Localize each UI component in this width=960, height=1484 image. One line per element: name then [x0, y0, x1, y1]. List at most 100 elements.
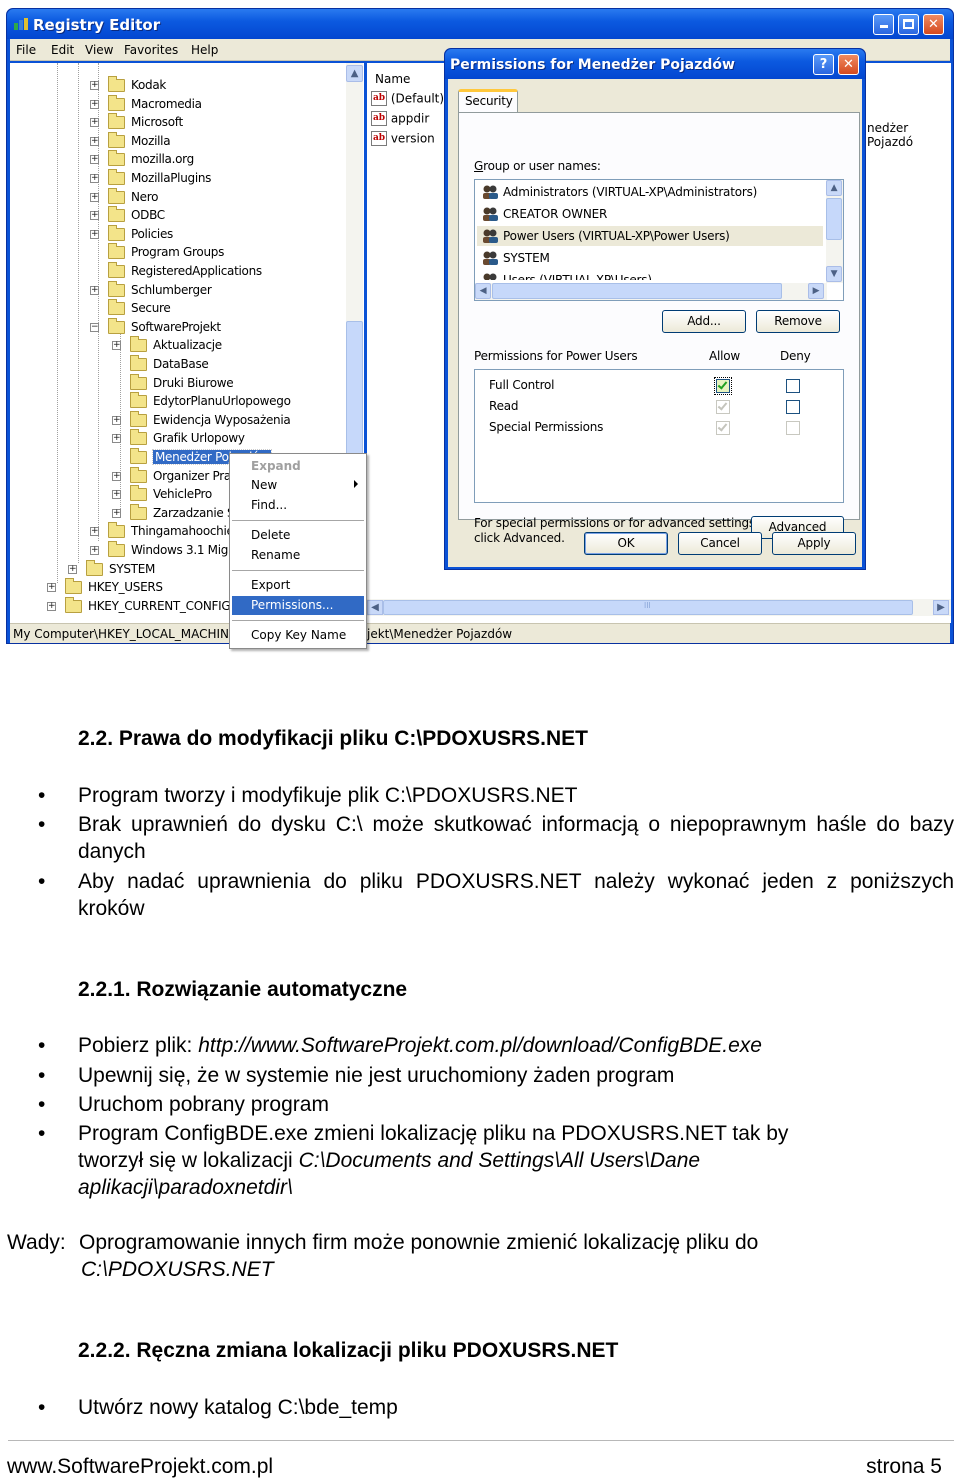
minimize-button[interactable] — [873, 14, 894, 35]
folder-icon — [108, 541, 125, 557]
folder-icon — [108, 206, 125, 223]
allow-checkbox[interactable] — [714, 377, 732, 395]
user-list-item-label: Administrators (VIRTUAL-XP\Administrator… — [503, 185, 758, 199]
menu-item-new[interactable]: New — [232, 476, 364, 495]
checkmark-icon — [717, 400, 728, 411]
folder-icon — [108, 76, 125, 92]
expand-icon[interactable]: + — [47, 601, 56, 611]
scroll-thumb[interactable] — [492, 283, 782, 299]
user-list-item-label: Users (VIRTUAL-XP\Users) — [503, 273, 652, 280]
cancel-button[interactable]: Cancel — [678, 532, 762, 555]
user-list-horizontal-scrollbar[interactable]: ◀ ▶ — [475, 283, 827, 300]
scroll-thumb[interactable] — [826, 198, 842, 240]
user-list-item[interactable]: Power Users (VIRTUAL-XP\Power Users) — [477, 226, 823, 246]
folder-icon — [108, 131, 125, 148]
tree-node-label: Thingamahoochie — [131, 524, 234, 539]
allow-checkbox[interactable] — [716, 400, 730, 414]
drawbacks-text: Oprogramowanie innych firm może ponownie… — [79, 1231, 759, 1254]
tree-node-label: ODBC — [131, 208, 165, 223]
deny-checkbox[interactable] — [786, 400, 800, 414]
menu-help[interactable]: Help — [191, 43, 218, 57]
expand-icon[interactable]: + — [90, 81, 99, 90]
user-list-item[interactable]: SYSTEM — [477, 248, 823, 268]
section-heading-2-2-2: 2.2.2. Ręczna zmiana lokalizacji pliku P… — [78, 1339, 619, 1362]
user-list-item[interactable]: Users (VIRTUAL-XP\Users) — [477, 270, 823, 280]
scroll-up-button[interactable]: ▲ — [826, 180, 842, 196]
menu-item-delete[interactable]: Delete — [232, 526, 364, 545]
menu-item-expand[interactable]: Expand — [232, 457, 364, 476]
permissions-dialog-titlebar[interactable]: Permissions for Menedżer Pojazdów ? ✕ — [445, 49, 865, 79]
user-list[interactable]: Users (VIRTUAL-XP\Users) SYSTEM Power User… — [474, 179, 844, 301]
expand-icon[interactable]: + — [68, 564, 77, 574]
expand-icon[interactable]: + — [112, 508, 121, 518]
allow-checkbox[interactable] — [716, 421, 730, 435]
tree-node-label: Windows 3.1 Migra — [131, 543, 240, 557]
deny-checkbox[interactable] — [786, 421, 800, 435]
dialog-close-button[interactable]: ✕ — [838, 54, 859, 75]
expand-icon[interactable]: + — [112, 490, 121, 500]
expand-icon[interactable]: + — [90, 118, 99, 128]
menu-file[interactable]: File — [16, 43, 36, 57]
value-item[interactable]: ab version — [371, 131, 435, 149]
remove-button[interactable]: Remove — [756, 310, 840, 333]
menu-item-copy-key-name[interactable]: Copy Key Name — [232, 626, 364, 645]
values-horizontal-scrollbar[interactable]: ◀ III ▶ — [367, 599, 951, 616]
tree-node-label: HKEY_CURRENT_CONFIG — [88, 598, 231, 613]
apply-button[interactable]: Apply — [772, 532, 856, 555]
close-button[interactable]: ✕ — [923, 14, 944, 35]
tree-node-label: Druki Biurowe — [153, 375, 234, 390]
collapse-icon[interactable]: − — [90, 322, 99, 332]
expand-icon[interactable]: + — [112, 434, 121, 444]
menu-item-find[interactable]: Find... — [232, 496, 364, 515]
registry-editor-titlebar[interactable]: Registry Editor ✕ — [7, 9, 953, 39]
permissions-list: Full Control Read Special Permissions — [474, 369, 844, 503]
status-bar: My Computer\HKEY_LOCAL_MACHINE\ jekt\Men… — [10, 623, 950, 643]
expand-icon[interactable]: + — [90, 136, 99, 146]
menu-item-permissions[interactable]: Permissions... — [232, 596, 364, 615]
add-button[interactable]: Add... — [662, 310, 746, 333]
expand-icon[interactable]: + — [112, 341, 121, 351]
tree-node-label: SYSTEM — [109, 561, 156, 576]
value-item[interactable]: ab (Default) — [371, 91, 444, 109]
help-icon: ? — [819, 57, 828, 72]
expand-icon[interactable]: + — [90, 99, 99, 109]
expand-icon[interactable]: + — [90, 527, 99, 537]
menu-edit[interactable]: Edit — [51, 43, 74, 57]
scroll-up-button[interactable]: ▲ — [346, 65, 363, 82]
submenu-arrow-icon — [354, 480, 358, 488]
expand-icon[interactable]: + — [90, 211, 99, 221]
maximize-button[interactable] — [898, 14, 919, 35]
user-list-item[interactable]: CREATOR OWNER — [477, 204, 823, 224]
expand-icon[interactable]: + — [90, 174, 99, 183]
user-list-item[interactable]: Administrators (VIRTUAL-XP\Administrator… — [477, 182, 823, 202]
menu-item-export[interactable]: Export — [232, 576, 364, 595]
expand-icon[interactable]: + — [90, 285, 99, 295]
expand-icon[interactable]: + — [90, 155, 99, 165]
expand-icon[interactable]: + — [90, 192, 99, 202]
ok-button[interactable]: OK — [584, 532, 668, 555]
expand-icon[interactable]: + — [112, 415, 121, 425]
scroll-left-button[interactable]: ◀ — [475, 283, 491, 299]
expand-icon[interactable]: + — [47, 583, 56, 593]
bullet-item: Utwórz nowy katalog C:\bde_temp — [38, 1394, 954, 1421]
tab-security[interactable]: Security — [458, 89, 518, 113]
scroll-thumb[interactable]: III — [383, 600, 913, 615]
help-button[interactable]: ? — [813, 54, 834, 75]
status-path-right: jekt\Menedżer Pojazdów — [367, 627, 513, 641]
menu-item-rename[interactable]: Rename — [232, 546, 364, 565]
scroll-right-button[interactable]: ▶ — [808, 283, 824, 299]
menu-view[interactable]: View — [85, 43, 113, 57]
expand-icon[interactable]: + — [112, 471, 121, 481]
scroll-down-button[interactable]: ▼ — [826, 266, 842, 282]
scroll-left-button[interactable]: ◀ — [367, 600, 383, 615]
value-item[interactable]: ab appdir — [371, 111, 429, 129]
download-link[interactable]: http://www.SoftwareProjekt.com.pl/downlo… — [198, 1034, 762, 1057]
deny-checkbox[interactable] — [786, 379, 800, 393]
tree-guide-line — [57, 63, 58, 583]
user-list-vertical-scrollbar[interactable]: ▲ ▼ — [826, 180, 843, 283]
scroll-right-button[interactable]: ▶ — [933, 600, 949, 615]
tree-node-label: Zarzadzanie S — [153, 505, 235, 520]
expand-icon[interactable]: + — [90, 229, 99, 239]
expand-icon[interactable]: + — [90, 546, 99, 555]
menu-favorites[interactable]: Favorites — [124, 43, 178, 57]
